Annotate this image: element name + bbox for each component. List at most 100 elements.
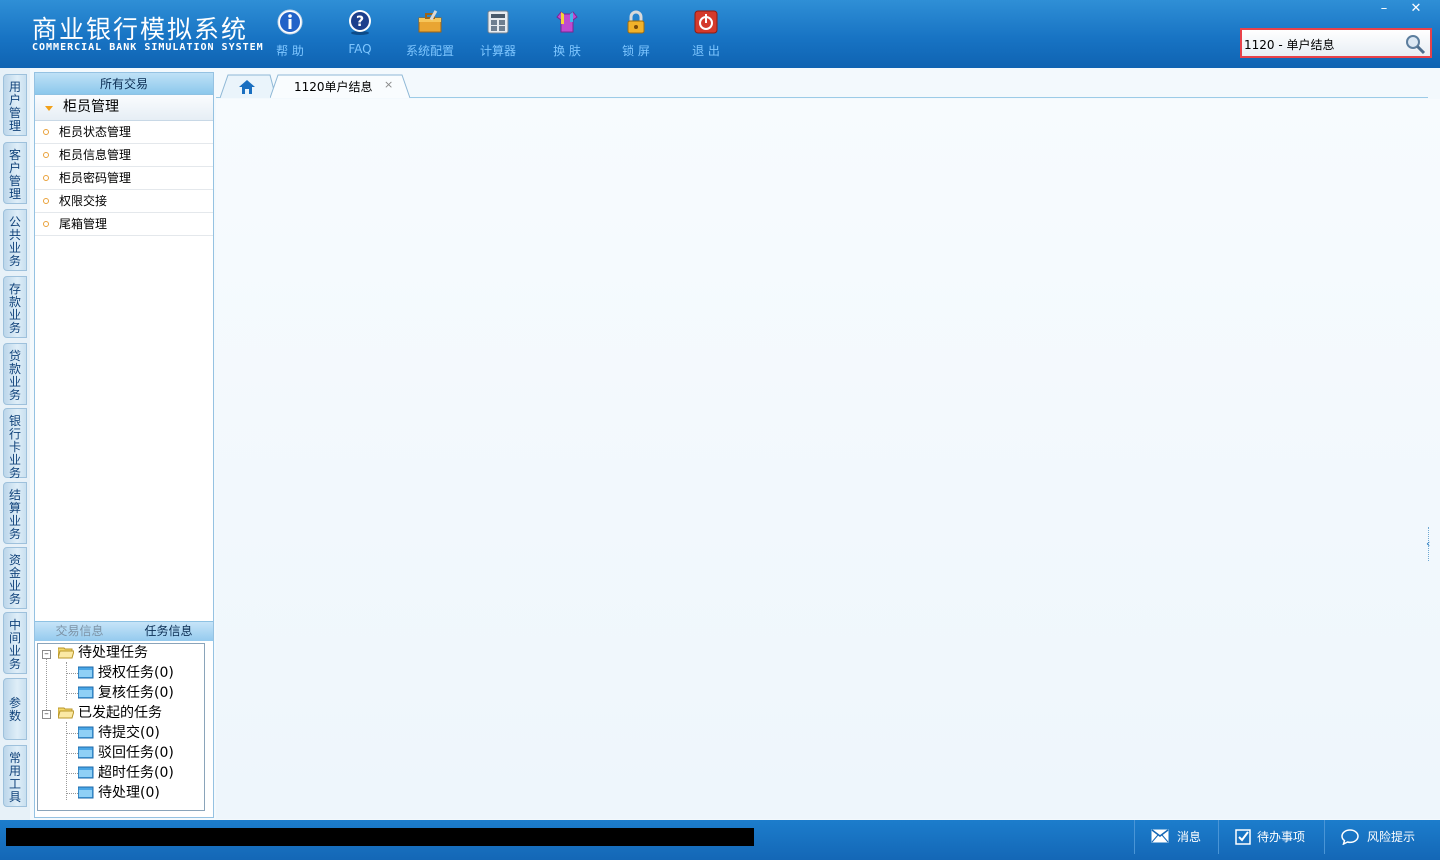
tree-node-auth-tasks[interactable]: 授权任务(0) [78,664,174,682]
sidebar-item-teller-status[interactable]: 柜员状态管理 [35,121,213,144]
tree-node-label: 已发起的任务 [78,705,162,721]
folder-icon [78,786,94,799]
system-config-button[interactable]: 系统配置 [398,8,462,59]
vtab-settlement-business[interactable]: 结算业务 [3,482,27,544]
tree-node-rejected-tasks[interactable]: 驳回任务(0) [78,744,174,762]
tab-1120-interest[interactable]: 1120单户结息 × [270,74,410,98]
tab-title: 1120单户结息 [294,80,373,94]
sidebar-item-label: 柜员密码管理 [59,171,132,185]
help-button[interactable]: 帮 助 [258,8,322,59]
faq-label: FAQ [348,42,372,56]
chat-bubble-icon [1341,829,1359,845]
system-config-label: 系统配置 [405,44,454,58]
tab-home[interactable] [220,74,276,98]
tree-node-timeout-tasks[interactable]: 超时任务(0) [78,764,174,782]
tree-node-label: 待处理任务 [78,645,148,661]
vtab-customer-management[interactable]: 客户管理 [3,142,27,204]
folder-icon [78,686,94,699]
tree-node-initiated-tasks[interactable]: 已发起的任务 [58,704,162,722]
tree-node-label: 待提交(0) [98,725,160,741]
svg-text:?: ? [356,14,364,30]
vtab-user-management[interactable]: 用户管理 [3,74,27,136]
vtab-parameters[interactable]: 参数 [3,678,27,740]
skin-label: 换 肤 [553,44,581,58]
sidebar-item-label: 尾箱管理 [59,217,108,231]
vtab-deposit-business[interactable]: 存款业务 [3,276,27,338]
search-input[interactable] [1244,34,1404,54]
collapse-toggle[interactable]: – [42,650,51,659]
sidebar-header: 所有交易 [35,73,213,95]
calculator-icon [484,8,512,36]
folder-icon [78,766,94,779]
vtab-fund-business[interactable]: 资金业务 [3,547,27,609]
task-tree: – 待处理任务 授权任务(0) 复核任务(0) – 已发起的任务 待提交(0) … [37,643,205,811]
app-header: 商业银行模拟系统 COMMERCIAL BANK SIMULATION SYST… [0,0,1440,68]
todo-button[interactable]: 待办事项 [1218,820,1324,854]
sidebar-item-teller-info[interactable]: 柜员信息管理 [35,144,213,167]
app-subtitle: COMMERCIAL BANK SIMULATION SYSTEM [32,42,264,53]
sidebar-item-tail-box[interactable]: 尾箱管理 [35,213,213,236]
collapse-right-handle[interactable]: ‹ [1426,527,1434,561]
lock-screen-button[interactable]: 锁 屏 [604,8,668,59]
question-icon: ? [346,8,374,36]
sidebar-item-permission-handover[interactable]: 权限交接 [35,190,213,213]
mail-icon [1151,829,1169,843]
risk-alert-button[interactable]: 风险提示 [1324,820,1434,854]
expand-triangle-icon [45,106,53,111]
bullet-icon [43,152,49,158]
window-controls: – ✕ [1368,0,1432,18]
transaction-sidebar: 所有交易 柜员管理 柜员状态管理 柜员信息管理 柜员密码管理 权限交接 尾箱管理… [34,72,214,818]
search-icon[interactable] [1404,33,1426,55]
folder-icon [78,666,94,679]
bullet-icon [43,221,49,227]
sidebar-group-teller-management[interactable]: 柜员管理 [35,95,213,121]
tree-node-pending-tasks[interactable]: 待处理任务 [58,644,148,662]
chevron-left-icon: ‹ [1426,537,1431,550]
vtab-loan-business[interactable]: 贷款业务 [3,343,27,405]
exit-label: 退 出 [692,44,720,58]
help-label: 帮 助 [276,44,304,58]
sidebar-item-teller-password[interactable]: 柜员密码管理 [35,167,213,190]
home-icon [239,80,255,94]
skin-button[interactable]: 换 肤 [535,8,599,59]
shirt-icon [553,8,581,36]
sidebar-item-label: 柜员状态管理 [59,125,132,139]
tree-node-label: 待处理(0) [98,785,160,801]
tree-node-label: 复核任务(0) [98,685,174,701]
folder-icon [78,726,94,739]
tab-close-icon[interactable]: × [384,78,393,91]
info-panel-tabs: 交易信息 任务信息 [35,621,213,641]
tree-node-review-tasks[interactable]: 复核任务(0) [78,684,174,702]
tree-node-pending-process[interactable]: 待处理(0) [78,784,160,802]
vtab-bank-card-business[interactable]: 银行卡业务 [3,408,27,480]
open-folder-icon [58,707,74,719]
toolbox-icon [416,8,444,36]
faq-button[interactable]: ? FAQ [328,8,392,56]
workspace-content: ‹ [216,99,1440,819]
app-title: 商业银行模拟系统 [32,15,249,44]
bullet-icon [43,129,49,135]
vtab-common-tools[interactable]: 常用工具 [3,745,27,807]
message-button[interactable]: 消息 [1134,820,1218,854]
tab-transaction-info[interactable]: 交易信息 [35,622,124,641]
lock-icon [622,8,650,36]
tree-node-to-submit[interactable]: 待提交(0) [78,724,160,742]
minimize-button[interactable]: – [1368,0,1400,18]
calculator-button[interactable]: 计算器 [466,8,530,59]
bullet-icon [43,175,49,181]
open-folder-icon [58,647,74,659]
workspace-tabbar: 1120单户结息 × [216,72,1428,98]
marquee-bar [6,828,754,846]
tree-node-label: 超时任务(0) [98,765,174,781]
tree-node-label: 驳回任务(0) [98,745,174,761]
sidebar-item-label: 权限交接 [59,194,108,208]
info-icon [276,8,304,36]
todo-label: 待办事项 [1257,830,1306,844]
vtab-public-business[interactable]: 公共业务 [3,209,27,271]
collapse-toggle[interactable]: – [42,710,51,719]
vtab-intermediary-business[interactable]: 中间业务 [3,612,27,674]
tab-task-info[interactable]: 任务信息 [124,622,213,641]
message-label: 消息 [1177,830,1202,844]
close-button[interactable]: ✕ [1400,0,1432,18]
exit-button[interactable]: 退 出 [674,8,738,59]
